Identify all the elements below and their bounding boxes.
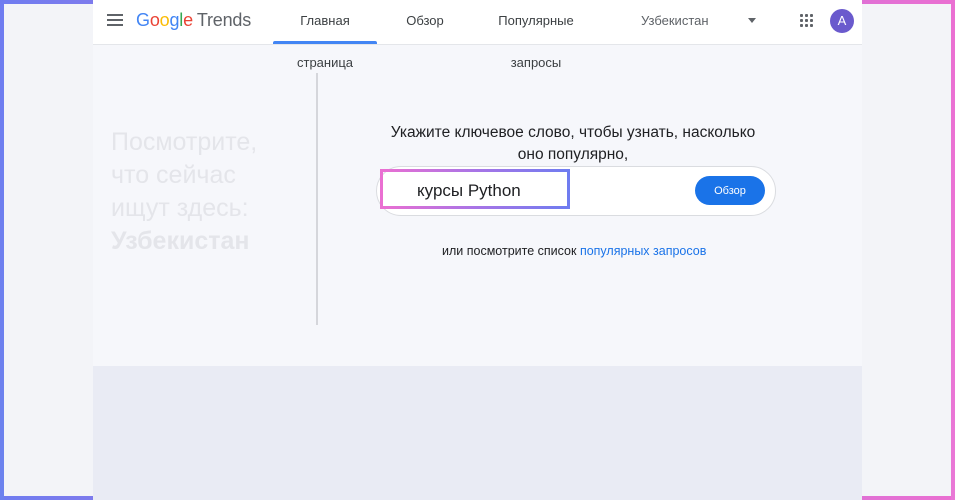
top-app-bar: Google Trends Главная страница Обзор Попу… xyxy=(93,0,862,70)
frame-left xyxy=(0,0,4,500)
frame-right xyxy=(951,0,955,500)
search-prompt: Укажите ключевое слово, чтобы узнать, на… xyxy=(390,124,756,163)
trending-link-line: или посмотрите список популярных запросо… xyxy=(442,244,707,258)
vertical-divider xyxy=(316,73,318,325)
apps-grid-icon[interactable] xyxy=(800,14,814,28)
tab-explore[interactable]: Обзор xyxy=(405,0,445,44)
trending-searches-link[interactable]: популярных запросов xyxy=(580,244,706,258)
dropdown-caret-icon[interactable] xyxy=(748,18,756,23)
account-avatar[interactable]: A xyxy=(830,9,854,33)
tab-home[interactable]: Главная страница xyxy=(273,0,377,70)
tab-trending-searches[interactable]: Популярные запросы xyxy=(473,0,599,70)
lower-section xyxy=(93,366,862,500)
google-trends-logo[interactable]: Google Trends xyxy=(136,10,251,31)
hero-line: что сейчас xyxy=(111,161,236,189)
hero-region-name: Узбекистан xyxy=(111,227,250,255)
region-selector[interactable]: Узбекистан xyxy=(641,0,709,44)
hero-line: Посмотрите, xyxy=(111,128,258,156)
hero-heading: Посмотрите, что сейчас ищут здесь: Узбек… xyxy=(111,126,311,258)
explore-button[interactable]: Обзор xyxy=(695,176,765,205)
hero-line: ищут здесь: xyxy=(111,194,249,222)
search-input[interactable] xyxy=(417,179,617,203)
search-box: Обзор xyxy=(376,166,776,216)
menu-icon[interactable] xyxy=(107,14,123,28)
